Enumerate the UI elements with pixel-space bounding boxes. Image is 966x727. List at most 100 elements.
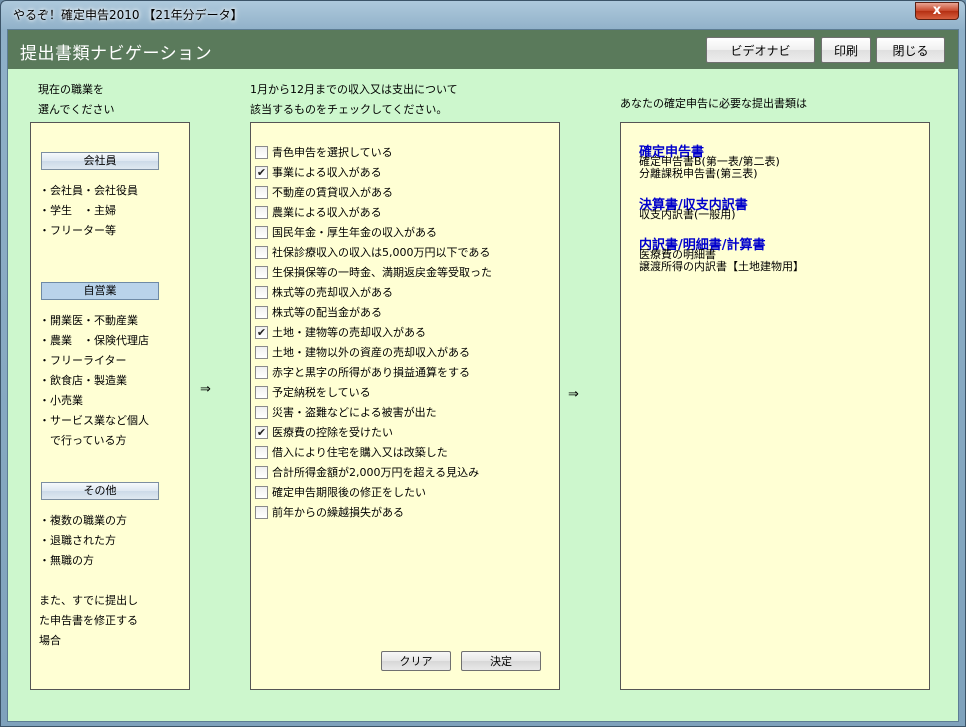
category-employee-item: ・フリーター等 — [39, 224, 116, 237]
checkbox-unchecked[interactable] — [255, 285, 268, 299]
document-item: 収支内訳書(一般用) — [639, 208, 736, 221]
close-window-button[interactable]: x — [915, 2, 959, 20]
category-employee-item: ・学生 ・主婦 — [39, 204, 116, 217]
checklist-item-label: 予定納税をしている — [272, 386, 371, 399]
checkbox-unchecked[interactable] — [255, 225, 268, 239]
checklist-item-label: 土地・建物等の売却収入がある — [272, 326, 426, 339]
checkbox-unchecked[interactable] — [255, 465, 268, 479]
occupation-panel: 会社員 ・会社員・会社役員 ・学生 ・主婦 ・フリーター等 自営業 ・開業医・不… — [30, 122, 190, 690]
category-self-employed-item: ・飲食店・製造業 — [39, 374, 127, 387]
checklist-item[interactable]: 社保診療収入の収入は5,000万円以下である — [255, 242, 490, 262]
category-self-employed-item: ・農業 ・保険代理店 — [39, 334, 149, 347]
checklist-item-label: 社保診療収入の収入は5,000万円以下である — [272, 246, 491, 259]
checklist-item[interactable]: 予定納税をしている — [255, 382, 371, 402]
window-title: やるぞ！確定申告2010 【21年分データ】 — [13, 8, 243, 22]
checkbox-checked[interactable]: ✔ — [255, 165, 268, 179]
checklist-item-label: 不動産の賃貸収入がある — [272, 186, 393, 199]
checkbox-unchecked[interactable] — [255, 405, 268, 419]
checkbox-unchecked[interactable] — [255, 505, 268, 519]
checkbox-unchecked[interactable] — [255, 365, 268, 379]
header-bar: 提出書類ナビゲーション ビデオナビ 印刷 閉じる — [8, 30, 958, 69]
checkbox-unchecked[interactable] — [255, 485, 268, 499]
close-button[interactable]: 閉じる — [876, 37, 945, 63]
page-title: 提出書類ナビゲーション — [20, 44, 213, 64]
checklist-item[interactable]: 不動産の賃貸収入がある — [255, 182, 393, 202]
confirm-button[interactable]: 決定 — [461, 651, 541, 671]
checkbox-checked[interactable]: ✔ — [255, 325, 268, 339]
category-self-employed-item: ・フリーライター — [39, 354, 127, 367]
checkbox-checked[interactable]: ✔ — [255, 425, 268, 439]
checkbox-unchecked[interactable] — [255, 345, 268, 359]
checklist-item[interactable]: 生保損保等の一時金、満期返戻金等受取った — [255, 262, 492, 282]
checklist-item[interactable]: 赤字と黒字の所得があり損益通算をする — [255, 362, 470, 382]
document-item: 譲渡所得の内訳書【土地建物用】 — [639, 260, 804, 273]
client-area: 提出書類ナビゲーション ビデオナビ 印刷 閉じる 現在の職業を 選んでください … — [7, 29, 959, 722]
checklist-item-label: 前年からの繰越損失がある — [272, 506, 404, 519]
checklist-item[interactable]: 前年からの繰越損失がある — [255, 502, 404, 522]
occupation-instruction-line1: 現在の職業を — [38, 83, 104, 96]
checklist-item-label: 赤字と黒字の所得があり損益通算をする — [272, 366, 470, 379]
close-icon: x — [932, 3, 942, 18]
app-window: やるぞ！確定申告2010 【21年分データ】 x 提出書類ナビゲーション ビデオ… — [0, 0, 966, 727]
document-item: 分離課税申告書(第三表) — [639, 167, 758, 180]
checklist-item[interactable]: 借入により住宅を購入又は改築した — [255, 442, 448, 462]
checkbox-unchecked[interactable] — [255, 385, 268, 399]
checklist-item-label: 株式等の売却収入がある — [272, 286, 393, 299]
category-self-employed-item: で行っている方 — [39, 434, 127, 447]
checklist-item[interactable]: 青色申告を選択している — [255, 142, 393, 162]
arrow-right-icon: ⇒ — [200, 382, 211, 397]
checklist-item-label: 借入により住宅を購入又は改築した — [272, 446, 448, 459]
checklist-item-label: 土地・建物以外の資産の売却収入がある — [272, 346, 470, 359]
checklist-item[interactable]: 株式等の売却収入がある — [255, 282, 393, 302]
checkbox-unchecked[interactable] — [255, 245, 268, 259]
category-self-employed-item: ・サービス業など個人 — [39, 414, 149, 427]
checklist-item-label: 農業による収入がある — [272, 206, 382, 219]
arrow-right-icon: ⇒ — [568, 387, 579, 402]
category-self-employed-item: ・開業医・不動産業 — [39, 314, 138, 327]
documents-panel: 確定申告書 確定申告書B(第一表/第二表) 分離課税申告書(第三表) 決算書/収… — [620, 122, 930, 690]
video-navi-button[interactable]: ビデオナビ — [706, 37, 815, 63]
revision-note[interactable]: 場合 — [39, 631, 61, 651]
category-other-item: ・退職された方 — [39, 534, 116, 547]
checklist-item-label: 生保損保等の一時金、満期返戻金等受取った — [272, 266, 492, 279]
checklist-item[interactable]: 株式等の配当金がある — [255, 302, 382, 322]
checklist-item-label: 医療費の控除を受けたい — [272, 426, 393, 439]
documents-instruction: あなたの確定申告に必要な提出書類は — [620, 97, 807, 110]
checklist-item-label: 合計所得金額が2,000万円を超える見込み — [272, 466, 480, 479]
checklist-instruction-line2: 該当するものをチェックしてください。 — [250, 103, 448, 116]
revision-note[interactable]: た申告書を修正する — [39, 611, 138, 631]
checklist-item[interactable]: 災害・盗難などによる被害が出た — [255, 402, 437, 422]
checklist-item[interactable]: 合計所得金額が2,000万円を超える見込み — [255, 462, 479, 482]
checkbox-unchecked[interactable] — [255, 445, 268, 459]
checklist-item[interactable]: ✔ 土地・建物等の売却収入がある — [255, 322, 426, 342]
clear-button[interactable]: クリア — [381, 651, 451, 671]
checklist-item[interactable]: 確定申告期限後の修正をしたい — [255, 482, 426, 502]
print-button[interactable]: 印刷 — [821, 37, 871, 63]
checkbox-unchecked[interactable] — [255, 185, 268, 199]
checklist-item-label: 確定申告期限後の修正をしたい — [272, 486, 426, 499]
category-self-employed-item: ・小売業 — [39, 394, 83, 407]
checklist-item[interactable]: 国民年金・厚生年金の収入がある — [255, 222, 437, 242]
checklist-item-label: 青色申告を選択している — [272, 146, 393, 159]
checklist-item-label: 災害・盗難などによる被害が出た — [272, 406, 437, 419]
category-employee-button[interactable]: 会社員 — [41, 152, 159, 170]
title-bar[interactable]: やるぞ！確定申告2010 【21年分データ】 x — [1, 1, 965, 29]
category-self-employed-button[interactable]: 自営業 — [41, 282, 159, 300]
checklist-item[interactable]: ✔ 事業による収入がある — [255, 162, 382, 182]
checkbox-unchecked[interactable] — [255, 265, 268, 279]
checkbox-unchecked[interactable] — [255, 145, 268, 159]
category-other-item: ・複数の職業の方 — [39, 514, 127, 527]
category-employee-item: ・会社員・会社役員 — [39, 184, 138, 197]
checkbox-unchecked[interactable] — [255, 205, 268, 219]
occupation-instruction-line2: 選んでください — [38, 103, 115, 116]
revision-note[interactable]: また、すでに提出し — [39, 591, 138, 611]
checkbox-unchecked[interactable] — [255, 305, 268, 319]
checklist-item-label: 株式等の配当金がある — [272, 306, 382, 319]
checklist-item[interactable]: ✔ 医療費の控除を受けたい — [255, 422, 393, 442]
checklist-item[interactable]: 土地・建物以外の資産の売却収入がある — [255, 342, 470, 362]
checklist-item-label: 国民年金・厚生年金の収入がある — [272, 226, 437, 239]
checklist-instruction-line1: 1月から12月までの収入又は支出について — [250, 83, 458, 96]
checklist-panel: 青色申告を選択している ✔ 事業による収入がある不動産の賃貸収入がある 農業による収入… — [250, 122, 560, 690]
checklist-item[interactable]: 農業による収入がある — [255, 202, 382, 222]
category-other-button[interactable]: その他 — [41, 482, 159, 500]
